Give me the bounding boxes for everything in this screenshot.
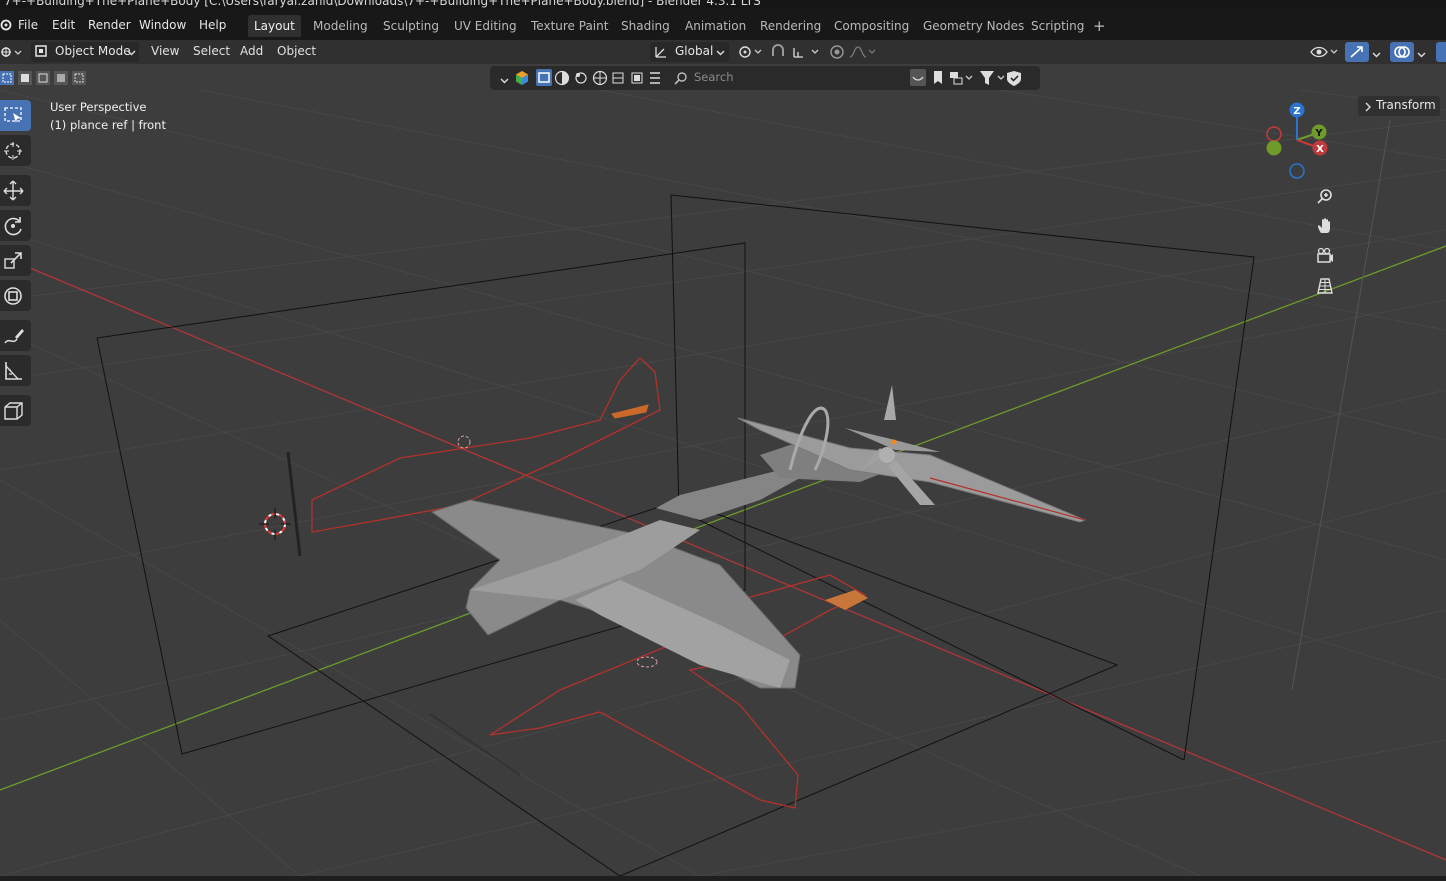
blender-logo-icon[interactable] bbox=[0, 17, 12, 34]
status-bar bbox=[0, 876, 1446, 881]
chevron-down-icon[interactable] bbox=[500, 74, 509, 88]
zoom-button[interactable] bbox=[1312, 183, 1338, 209]
view-name-label: User Perspective bbox=[50, 100, 147, 114]
menu-help[interactable]: Help bbox=[199, 18, 226, 32]
gizmo-x-label: X bbox=[1316, 144, 1324, 155]
shading-icons[interactable] bbox=[554, 70, 662, 89]
tool-select-box[interactable] bbox=[0, 100, 31, 131]
tab-scripting[interactable]: Scripting bbox=[1025, 15, 1090, 37]
mode-dropdown[interactable]: Object Mode bbox=[31, 42, 139, 62]
tab-animation[interactable]: Animation bbox=[679, 15, 752, 37]
gizmo-z-label: Z bbox=[1293, 106, 1300, 117]
floor-grid bbox=[0, 90, 1446, 876]
selection-mode-icons[interactable] bbox=[0, 70, 88, 89]
mode-label: Object Mode bbox=[55, 44, 131, 58]
menu-edit[interactable]: Edit bbox=[52, 18, 75, 32]
tab-compositing[interactable]: Compositing bbox=[828, 15, 915, 37]
tab-uv-editing[interactable]: UV Editing bbox=[448, 15, 523, 37]
tab-texture-paint[interactable]: Texture Paint bbox=[525, 15, 614, 37]
tool-settings-row: Search bbox=[0, 64, 1446, 90]
gizmo-y-label: Y bbox=[1314, 128, 1323, 139]
menu-file[interactable]: File bbox=[18, 18, 38, 32]
menu-render[interactable]: Render bbox=[88, 18, 131, 32]
tab-sculpting[interactable]: Sculpting bbox=[377, 15, 445, 37]
chevron-down-icon[interactable] bbox=[1372, 48, 1381, 62]
menu-select[interactable]: Select bbox=[193, 44, 230, 58]
tool-scale[interactable] bbox=[0, 245, 31, 276]
origin-marker bbox=[457, 435, 471, 449]
tab-layout[interactable]: Layout bbox=[248, 15, 301, 37]
y-axis-line bbox=[0, 245, 1446, 791]
visibility-icon[interactable] bbox=[1310, 44, 1342, 63]
x-axis-line bbox=[29, 267, 1446, 861]
viewport-header: Object Mode View Select Add Object Globa… bbox=[0, 40, 1446, 64]
viewport-scene bbox=[0, 90, 1446, 876]
plane-body-mesh bbox=[430, 385, 1087, 689]
tab-rendering[interactable]: Rendering bbox=[754, 15, 827, 37]
window-titlebar: 7+-+Building+The+Plane+Body [C:\Users\fa… bbox=[0, 0, 1446, 9]
proportional-edit-icon[interactable] bbox=[828, 44, 878, 63]
select-solid-icon[interactable] bbox=[536, 69, 552, 86]
sidebar-transform-tab[interactable]: Transform bbox=[1358, 96, 1440, 116]
orientation-label: Global bbox=[675, 44, 714, 58]
menu-window[interactable]: Window bbox=[139, 18, 186, 32]
viewport-shading-bar: Search bbox=[490, 66, 1040, 90]
menu-object[interactable]: Object bbox=[277, 44, 316, 58]
xray-toggle-icon[interactable] bbox=[1436, 42, 1446, 62]
search-icon bbox=[674, 71, 688, 88]
ortho-toggle-button[interactable] bbox=[1312, 273, 1338, 299]
filter-icons[interactable] bbox=[910, 69, 1034, 90]
pivot-point-icon[interactable] bbox=[737, 44, 765, 63]
overlays-toggle-icon[interactable] bbox=[1390, 42, 1414, 62]
gizmo-toggle-icon[interactable] bbox=[1345, 42, 1369, 62]
snap-icon[interactable] bbox=[770, 44, 822, 63]
object-mode-icon bbox=[35, 45, 47, 60]
tool-move[interactable] bbox=[0, 175, 31, 206]
camera-view-button[interactable] bbox=[1312, 243, 1338, 269]
active-object-label: (1) plance ref | front bbox=[50, 118, 166, 132]
chevron-down-icon bbox=[127, 46, 136, 60]
chevron-right-icon bbox=[1364, 101, 1372, 115]
tool-rotate[interactable] bbox=[0, 210, 31, 241]
tab-shading[interactable]: Shading bbox=[615, 15, 676, 37]
top-menu-bar: File Edit Render Window Help Layout Mode… bbox=[0, 9, 1446, 40]
navigation-gizmo[interactable]: Z Y X bbox=[1262, 100, 1332, 180]
menu-view[interactable]: View bbox=[151, 44, 179, 58]
transform-orientation-dropdown[interactable]: Global bbox=[650, 42, 729, 62]
tab-modeling[interactable]: Modeling bbox=[307, 15, 374, 37]
window-title: 7+-+Building+The+Plane+Body [C:\Users\fa… bbox=[4, 0, 761, 8]
orientation-icon bbox=[654, 45, 668, 62]
chevron-down-icon[interactable] bbox=[1417, 48, 1426, 62]
tool-transform[interactable] bbox=[0, 280, 31, 311]
search-input[interactable]: Search bbox=[694, 70, 734, 84]
menu-add[interactable]: Add bbox=[240, 44, 263, 58]
origin-marker bbox=[636, 656, 658, 668]
editor-type-icon[interactable] bbox=[0, 44, 22, 63]
add-workspace-button[interactable]: + bbox=[1087, 15, 1112, 37]
tool-measure[interactable] bbox=[0, 355, 31, 386]
tab-geometry-nodes[interactable]: Geometry Nodes bbox=[917, 15, 1030, 37]
color-picker-icon[interactable] bbox=[514, 70, 530, 89]
3d-viewport[interactable]: User Perspective (1) plance ref | front bbox=[0, 90, 1446, 876]
chevron-down-icon bbox=[716, 46, 725, 60]
tool-add-cube[interactable] bbox=[0, 395, 31, 426]
3d-cursor-icon[interactable] bbox=[259, 508, 291, 540]
tool-annotate[interactable] bbox=[0, 320, 31, 351]
pan-button[interactable] bbox=[1312, 213, 1338, 239]
z-axis-line bbox=[1291, 119, 1391, 691]
tool-cursor[interactable] bbox=[0, 135, 31, 166]
transform-label: Transform bbox=[1376, 98, 1436, 112]
